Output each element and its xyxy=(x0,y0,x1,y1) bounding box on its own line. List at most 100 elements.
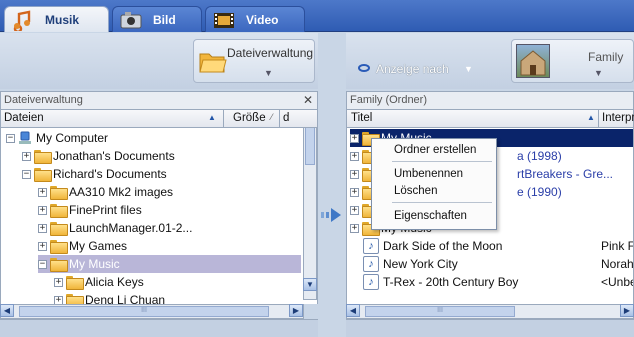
expand-icon[interactable]: + xyxy=(350,205,359,215)
left-toolbar: Dateiverwaltung ▼ xyxy=(0,33,318,89)
sort-asc-icon: ▲ xyxy=(208,113,216,122)
column-size[interactable]: Größe xyxy=(233,112,266,124)
tree-item[interactable]: − My Computer xyxy=(6,129,108,147)
right-status-bar xyxy=(346,319,634,337)
media-column-header: Titel ▲ Interpr xyxy=(346,110,634,128)
menu-item-properties[interactable]: Eigenschaften xyxy=(394,210,467,222)
expand-icon[interactable]: + xyxy=(350,223,359,233)
expand-icon[interactable]: + xyxy=(350,151,359,161)
vertical-scrollbar[interactable]: ▲ ▼ xyxy=(303,128,317,300)
tree-item-label: FinePrint files xyxy=(69,203,142,217)
audio-file-icon: ♪ xyxy=(363,256,379,272)
collapse-icon[interactable]: − xyxy=(6,133,15,143)
scroll-right-icon[interactable]: ▶ xyxy=(289,304,303,317)
scroll-left-icon[interactable]: ◀ xyxy=(346,304,360,317)
tree-item[interactable]: − Richard's Documents xyxy=(22,165,167,183)
menu-item-create-folder[interactable]: Ordner erstellen xyxy=(394,144,476,156)
folder-icon xyxy=(66,294,84,304)
file-manager-button[interactable]: Dateiverwaltung ▼ xyxy=(193,39,315,83)
folder-tree: − My Computer + Jonathan's Documents − Richar… xyxy=(0,128,318,304)
family-button[interactable]: Family ▼ xyxy=(511,39,634,83)
media-artist: Pink F xyxy=(601,239,634,253)
horizontal-scrollbar[interactable]: ◀ III ▶ xyxy=(0,304,304,319)
expand-icon[interactable]: + xyxy=(22,151,31,161)
tree-item-label: Alicia Keys xyxy=(85,275,144,289)
collapse-icon[interactable]: − xyxy=(38,259,47,269)
film-icon xyxy=(212,9,236,31)
tree-item[interactable]: + LaunchManager.01-2... xyxy=(38,219,192,237)
scroll-thumb[interactable]: III xyxy=(19,306,269,317)
tree-item[interactable]: + Alicia Keys xyxy=(54,273,144,291)
expand-icon[interactable]: + xyxy=(350,187,359,197)
media-title: T-Rex - 20th Century Boy xyxy=(383,275,519,289)
music-note-icon xyxy=(11,9,35,33)
folder-icon xyxy=(66,276,84,290)
collapse-icon[interactable]: − xyxy=(22,169,31,179)
family-pane-header: Family (Ordner) xyxy=(346,91,634,110)
expand-icon[interactable]: + xyxy=(350,133,359,143)
transfer-arrow-icon[interactable] xyxy=(320,205,344,228)
column-d[interactable]: d xyxy=(283,112,289,124)
tree-item-label: LaunchManager.01-2... xyxy=(69,221,193,235)
column-divider xyxy=(279,110,280,127)
media-row[interactable]: ♪ Dark Side of the Moon Pink F xyxy=(350,237,634,255)
media-title: e (1990) xyxy=(517,185,562,199)
media-title: New York City xyxy=(383,257,458,271)
scroll-down-icon[interactable]: ▼ xyxy=(303,278,317,291)
expand-icon[interactable]: + xyxy=(38,241,47,251)
menu-item-rename[interactable]: Umbenennen xyxy=(394,168,463,180)
scroll-thumb[interactable]: III xyxy=(365,306,515,317)
expand-icon[interactable]: + xyxy=(38,223,47,233)
folder-icon xyxy=(50,258,68,272)
tab-musik[interactable]: Musik xyxy=(4,6,109,33)
left-status-bar xyxy=(0,319,318,337)
folder-icon xyxy=(50,186,68,200)
computer-icon xyxy=(18,131,32,145)
eye-icon xyxy=(358,64,370,72)
scroll-thumb[interactable] xyxy=(305,128,315,165)
file-manager-pane-header: Dateiverwaltung ✕ xyxy=(0,91,318,110)
column-files[interactable]: Dateien xyxy=(4,112,44,124)
column-title[interactable]: Titel xyxy=(351,112,372,124)
tab-bild[interactable]: Bild xyxy=(112,6,202,32)
folder-icon xyxy=(50,240,68,254)
tree-item-label: My Computer xyxy=(36,131,109,145)
horizontal-scrollbar[interactable]: ◀ III ▶ xyxy=(346,304,634,319)
tree-item[interactable]: + AA310 Mk2 images xyxy=(38,183,173,201)
view-by-label[interactable]: Anzeige nach xyxy=(376,62,449,76)
scroll-right-icon[interactable]: ▶ xyxy=(620,304,634,317)
tree-item-label: My Music xyxy=(69,257,120,271)
tab-video-label: Video xyxy=(246,12,279,27)
expand-icon[interactable]: + xyxy=(54,295,63,304)
tree-item[interactable]: + Deng Li Chuan xyxy=(54,291,165,304)
tree-item[interactable]: − My Music xyxy=(38,255,301,273)
column-artist[interactable]: Interpr xyxy=(602,112,634,124)
tree-item[interactable]: + Jonathan's Documents xyxy=(22,147,175,165)
column-divider xyxy=(598,110,599,127)
expand-icon[interactable]: + xyxy=(54,277,63,287)
media-row[interactable]: ♪ T-Rex - 20th Century Boy <Unbe xyxy=(350,273,633,291)
tree-item-label: Richard's Documents xyxy=(53,167,167,181)
expand-icon[interactable]: + xyxy=(350,169,359,179)
tab-video[interactable]: Video xyxy=(205,6,305,32)
scroll-left-icon[interactable]: ◀ xyxy=(0,304,14,317)
tab-musik-label: Musik xyxy=(45,12,80,27)
media-artist: Norah xyxy=(601,257,634,271)
context-menu: Ordner erstellen Umbenennen Löschen Eige… xyxy=(371,138,497,230)
tree-item[interactable]: + FinePrint files xyxy=(38,201,142,219)
tree-item[interactable]: + My Games xyxy=(38,237,127,255)
expand-icon[interactable]: + xyxy=(38,187,47,197)
folder-open-icon xyxy=(198,46,228,79)
media-row[interactable]: ♪ New York City Norah xyxy=(350,255,634,273)
pane-title: Family (Ordner) xyxy=(350,94,428,106)
expand-icon[interactable]: + xyxy=(38,205,47,215)
audio-file-icon: ♪ xyxy=(363,238,379,254)
close-icon[interactable]: ✕ xyxy=(303,93,313,107)
column-resize-icon: ⁄ xyxy=(271,112,273,122)
tree-item-label: Deng Li Chuan xyxy=(85,293,166,304)
family-button-label: Family xyxy=(588,50,624,64)
file-column-header: Dateien ▲ Größe ⁄ d xyxy=(0,110,318,128)
menu-item-delete[interactable]: Löschen xyxy=(394,185,437,197)
pane-title: Dateiverwaltung xyxy=(4,94,83,106)
view-by-dropdown-icon[interactable]: ▼ xyxy=(464,64,473,74)
